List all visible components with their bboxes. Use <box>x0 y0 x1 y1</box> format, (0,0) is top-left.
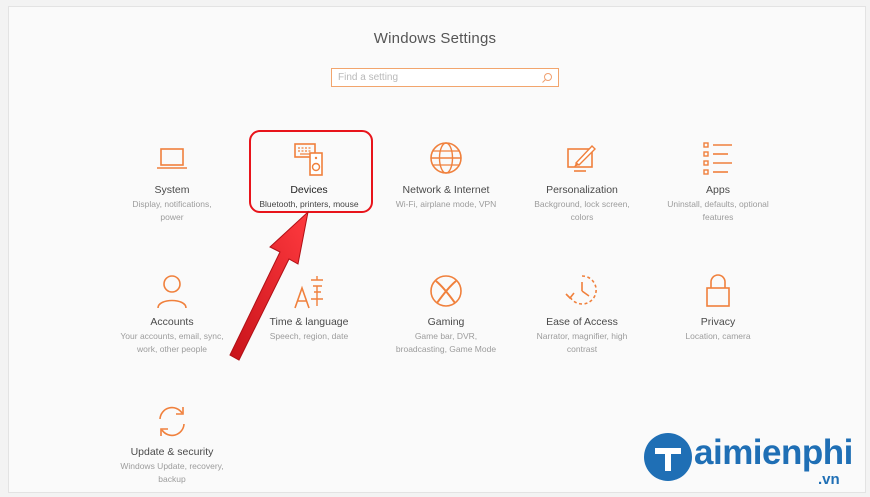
search-input[interactable] <box>338 70 538 85</box>
tile-desc: Wi-Fi, airplane mode, VPN <box>395 199 497 209</box>
tile-desc: features <box>702 212 734 222</box>
tile-desc: Narrator, magnifier, high <box>536 331 628 341</box>
tile-label: Gaming <box>427 316 465 328</box>
tile-privacy[interactable]: Privacy Location, camera <box>643 272 793 342</box>
tile-label: System <box>154 184 190 196</box>
search-icon <box>542 73 552 83</box>
sync-icon <box>159 406 185 437</box>
window-title: Windows Settings <box>373 30 497 47</box>
watermark-brand: aimienphi <box>694 433 853 472</box>
tile-personalization[interactable]: Personalization Background, lock screen,… <box>507 140 657 223</box>
tile-desc: Uninstall, defaults, optional <box>667 199 769 209</box>
tile-desc: Windows Update, recovery, <box>120 461 224 471</box>
search-box[interactable] <box>331 68 559 87</box>
tile-label: Apps <box>706 184 730 196</box>
tile-update-security[interactable]: Update & security Windows Update, recove… <box>97 402 247 485</box>
paint-icon <box>567 144 596 172</box>
tile-apps[interactable]: Apps Uninstall, defaults, optional featu… <box>643 140 793 223</box>
lock-icon <box>706 274 730 307</box>
tile-label: Personalization <box>546 184 618 196</box>
tile-network-internet[interactable]: Network & Internet Wi-Fi, airplane mode,… <box>371 140 521 210</box>
tile-gaming[interactable]: Gaming Game bar, DVR, broadcasting, Game… <box>371 272 521 355</box>
pointer-arrow-icon <box>229 210 309 361</box>
tile-ease-of-access[interactable]: Ease of Access Narrator, magnifier, high… <box>507 272 657 355</box>
tile-desc: contrast <box>566 344 598 354</box>
ease-of-access-icon <box>565 275 597 305</box>
tile-desc: Background, lock screen, <box>534 199 630 209</box>
watermark-logo: aimienphi .vn <box>640 425 865 495</box>
watermark-tld: .vn <box>818 471 840 488</box>
tile-desc: broadcasting, Game Mode <box>395 344 497 354</box>
tile-label: Ease of Access <box>546 316 618 328</box>
laptop-icon <box>157 148 187 169</box>
tile-desc: Location, camera <box>685 331 751 341</box>
tile-label: Network & Internet <box>402 184 490 196</box>
tile-desc: backup <box>158 474 186 484</box>
xbox-icon <box>430 275 462 307</box>
person-icon <box>157 275 187 309</box>
globe-icon <box>430 142 462 174</box>
tile-label: Privacy <box>700 316 736 328</box>
taimienphi-logo-icon <box>644 433 692 481</box>
tile-desc: Game bar, DVR, <box>414 331 478 341</box>
tile-label: Update & security <box>130 446 214 458</box>
tile-desc: colors <box>570 212 594 222</box>
apps-list-icon <box>703 142 732 175</box>
